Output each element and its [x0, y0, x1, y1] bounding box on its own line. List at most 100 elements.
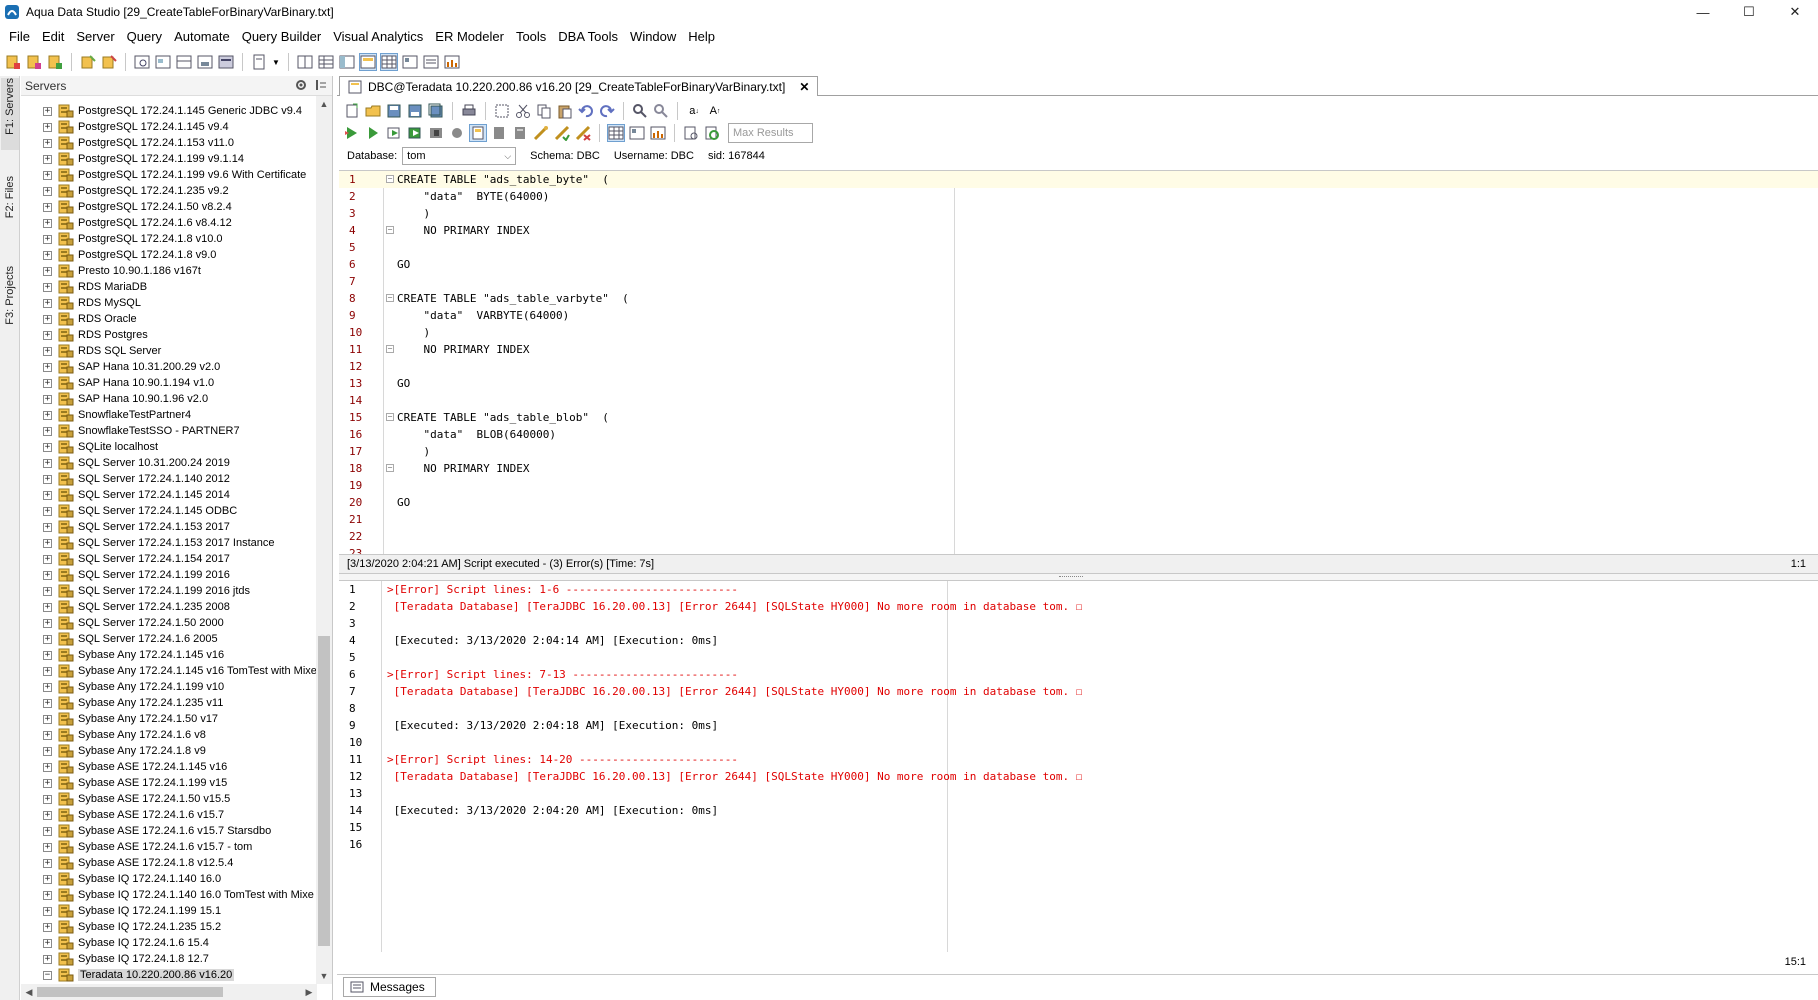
- scrollbar-thumb[interactable]: [318, 636, 330, 946]
- fold-marker-icon[interactable]: −: [386, 294, 394, 302]
- close-tab-icon[interactable]: ✕: [799, 80, 809, 94]
- menu-er-modeler[interactable]: ER Modeler: [429, 27, 510, 47]
- server-tree-item[interactable]: − Teradata 10.220.200.86 v16.20: [21, 967, 317, 983]
- expand-icon[interactable]: +: [43, 826, 52, 836]
- expand-icon[interactable]: +: [43, 394, 52, 404]
- connect-server-icon[interactable]: [46, 53, 64, 71]
- menu-file[interactable]: File: [3, 27, 36, 47]
- execute-to-grid-icon[interactable]: [406, 124, 424, 142]
- results-in-grid-icon[interactable]: [469, 124, 487, 142]
- tab-projects[interactable]: F3: Projects: [1, 266, 19, 352]
- server-tree-item[interactable]: + PostgreSQL 172.24.1.199 v9.6 With Certi…: [21, 167, 317, 183]
- expand-icon[interactable]: +: [43, 170, 52, 180]
- server-tree-item[interactable]: + PostgreSQL 172.24.1.199 v9.1.14: [21, 151, 317, 167]
- fold-marker-icon[interactable]: −: [386, 464, 394, 472]
- server-tree-item[interactable]: + SAP Hana 10.90.1.194 v1.0: [21, 375, 317, 391]
- expand-icon[interactable]: +: [43, 730, 52, 740]
- server-tree-item[interactable]: + RDS MariaDB: [21, 279, 317, 295]
- expand-icon[interactable]: +: [43, 234, 52, 244]
- server-tree-item[interactable]: + Sybase IQ 172.24.1.199 15.1: [21, 903, 317, 919]
- execute-icon[interactable]: [364, 124, 382, 142]
- server-tree-item[interactable]: + Sybase IQ 172.24.1.8 12.7: [21, 951, 317, 967]
- menu-query[interactable]: Query: [121, 27, 168, 47]
- open-folder-icon[interactable]: [364, 102, 382, 120]
- pivot-grid-icon[interactable]: [628, 124, 646, 142]
- splitter-grip[interactable]: [1059, 576, 1083, 578]
- expand-icon[interactable]: +: [43, 842, 52, 852]
- max-results-input[interactable]: Max Results: [728, 123, 813, 143]
- server-tree-item[interactable]: + Sybase Any 172.24.1.145 v16: [21, 647, 317, 663]
- server-tree-item[interactable]: + PostgreSQL 172.24.1.153 v11.0: [21, 135, 317, 151]
- unregister-server-icon[interactable]: [100, 53, 118, 71]
- scrollbar-thumb[interactable]: [37, 987, 223, 997]
- rollback-icon[interactable]: [574, 124, 592, 142]
- expand-icon[interactable]: +: [43, 522, 52, 532]
- expand-icon[interactable]: +: [43, 618, 52, 628]
- scroll-down-icon[interactable]: ▼: [316, 968, 332, 984]
- server-tree-item[interactable]: + PostgreSQL 172.24.1.235 v9.2: [21, 183, 317, 199]
- expand-icon[interactable]: +: [43, 314, 52, 324]
- chart-icon[interactable]: [649, 124, 667, 142]
- expand-icon[interactable]: +: [43, 538, 52, 548]
- results-in-text-icon[interactable]: [490, 124, 508, 142]
- layout-split-icon[interactable]: [338, 53, 356, 71]
- expand-icon[interactable]: +: [43, 330, 52, 340]
- messages-panel[interactable]: 1 >[Error] Script lines: 1-6 ------------…: [339, 580, 1818, 952]
- server-tree-item[interactable]: + SQL Server 172.24.1.235 2008: [21, 599, 317, 615]
- dropdown-arrow-icon[interactable]: ▼: [271, 53, 281, 71]
- cut-icon[interactable]: [514, 102, 532, 120]
- server-tree-item[interactable]: + RDS MySQL: [21, 295, 317, 311]
- schema-browser-icon[interactable]: [196, 53, 214, 71]
- tab-messages[interactable]: Messages: [343, 977, 436, 997]
- find-replace-icon[interactable]: [652, 102, 670, 120]
- expand-icon[interactable]: +: [43, 442, 52, 452]
- server-tree-horizontal-scrollbar[interactable]: ◀ ▶: [21, 984, 317, 1000]
- register-server-icon[interactable]: [79, 53, 97, 71]
- expand-icon[interactable]: +: [43, 810, 52, 820]
- server-tree-item[interactable]: + SAP Hana 10.31.200.29 v2.0: [21, 359, 317, 375]
- server-tree-item[interactable]: + Sybase IQ 172.24.1.235 15.2: [21, 919, 317, 935]
- expand-icon[interactable]: +: [43, 154, 52, 164]
- expand-icon[interactable]: +: [43, 682, 52, 692]
- server-tree-item[interactable]: + SQL Server 172.24.1.6 2005: [21, 631, 317, 647]
- explain-plan-icon[interactable]: [682, 124, 700, 142]
- expand-icon[interactable]: +: [43, 554, 52, 564]
- expand-icon[interactable]: +: [43, 298, 52, 308]
- expand-icon[interactable]: +: [43, 106, 52, 116]
- expand-icon[interactable]: +: [43, 378, 52, 388]
- find-icon[interactable]: [631, 102, 649, 120]
- expand-icon[interactable]: +: [43, 570, 52, 580]
- server-tree-item[interactable]: + SQL Server 172.24.1.153 2017: [21, 519, 317, 535]
- print-icon[interactable]: [460, 102, 478, 120]
- save-all-icon[interactable]: [427, 102, 445, 120]
- server-tree-item[interactable]: + SQL Server 172.24.1.154 2017: [21, 551, 317, 567]
- open-file-icon[interactable]: [250, 53, 268, 71]
- server-tree-vertical-scrollbar[interactable]: ▲ ▼: [316, 96, 332, 984]
- execute-all-icon[interactable]: [343, 124, 361, 142]
- server-tree-item[interactable]: + PostgreSQL 172.24.1.145 Generic JDBC v9…: [21, 103, 317, 119]
- expand-icon[interactable]: +: [43, 602, 52, 612]
- server-tree-item[interactable]: + Sybase ASE 172.24.1.6 v15.7 - tom: [21, 839, 317, 855]
- query-builder-icon[interactable]: [154, 53, 172, 71]
- server-tree-item[interactable]: + SQL Server 172.24.1.199 2016 jtds: [21, 583, 317, 599]
- edit-server-icon[interactable]: [25, 53, 43, 71]
- results-in-file-icon[interactable]: [511, 124, 529, 142]
- expand-icon[interactable]: +: [43, 490, 52, 500]
- fold-marker-icon[interactable]: −: [386, 226, 394, 234]
- record-icon[interactable]: [448, 124, 466, 142]
- pivot-icon[interactable]: [401, 53, 419, 71]
- document-tab[interactable]: DBC@Teradata 10.220.200.86 v16.20 [29_Cr…: [339, 76, 819, 96]
- server-tree-item[interactable]: + SQL Server 10.31.200.24 2019: [21, 455, 317, 471]
- server-tree-item[interactable]: + Sybase ASE 172.24.1.50 v15.5: [21, 791, 317, 807]
- server-tree-item[interactable]: + Sybase ASE 172.24.1.6 v15.7 Starsdbo: [21, 823, 317, 839]
- expand-icon[interactable]: +: [43, 938, 52, 948]
- expand-icon[interactable]: +: [43, 218, 52, 228]
- server-tree-item[interactable]: + Sybase IQ 172.24.1.140 16.0 TomTest wit…: [21, 887, 317, 903]
- paste-icon[interactable]: [556, 102, 574, 120]
- expand-icon[interactable]: +: [43, 266, 52, 276]
- server-tree-item[interactable]: + SQL Server 172.24.1.145 2014: [21, 487, 317, 503]
- new-document-icon[interactable]: [343, 102, 361, 120]
- new-server-icon[interactable]: [4, 53, 22, 71]
- expand-icon[interactable]: +: [43, 746, 52, 756]
- server-tree-item[interactable]: + Sybase ASE 172.24.1.145 v16: [21, 759, 317, 775]
